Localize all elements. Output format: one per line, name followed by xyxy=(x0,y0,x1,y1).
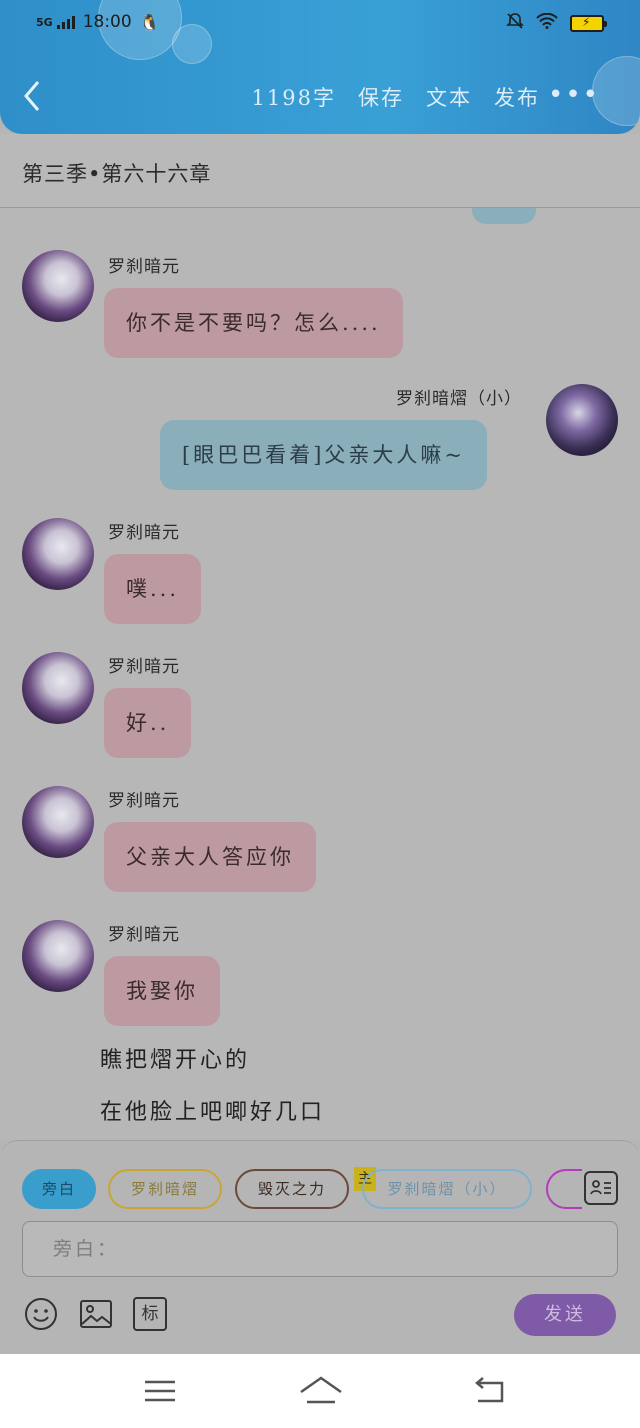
narration-line[interactable]: 瞧把熠开心的 xyxy=(100,1042,250,1074)
role-selector: 旁白 罗刹暗熠 毁灭之力 主 罗刹暗熠（小） xyxy=(22,1167,582,1211)
send-button[interactable]: 发送 xyxy=(514,1294,616,1336)
tag-button[interactable]: 标 xyxy=(133,1297,167,1331)
sender-name: 罗刹暗元 xyxy=(108,257,180,277)
sender-name: 罗刹暗元 xyxy=(108,791,180,811)
message-bubble[interactable]: [眼巴巴看着]父亲大人嘛~ xyxy=(160,420,487,490)
status-bar: 5G 18:00 🐧 ⚡ xyxy=(0,0,640,48)
text-button[interactable]: 文本 xyxy=(426,82,472,112)
role-chip[interactable]: 罗刹暗熠 xyxy=(108,1169,222,1209)
wifi-icon xyxy=(536,12,558,33)
publish-button[interactable]: 发布 xyxy=(494,82,540,112)
message-bubble-partial xyxy=(472,208,536,224)
composer-panel: 旁白 罗刹暗熠 毁灭之力 主 罗刹暗熠（小） 标 发送 xyxy=(0,1140,640,1354)
message-bubble[interactable]: 噗... xyxy=(104,554,202,624)
message-bubble[interactable]: 父亲大人答应你 xyxy=(104,822,316,892)
avatar[interactable] xyxy=(22,786,94,858)
image-icon[interactable] xyxy=(79,1297,113,1331)
avatar[interactable] xyxy=(22,518,94,590)
role-chip-partial[interactable] xyxy=(546,1169,582,1209)
sender-name: 罗刹暗元 xyxy=(108,523,180,543)
header: 5G 18:00 🐧 ⚡ 1198字 保存 文本 发布 ••• xyxy=(0,0,640,134)
signal-icon xyxy=(56,15,75,29)
message-input-wrapper xyxy=(22,1221,618,1277)
avatar[interactable] xyxy=(546,384,618,456)
sender-name: 罗刹暗元 xyxy=(108,657,180,677)
network-type: 5G xyxy=(36,15,53,29)
home-icon[interactable] xyxy=(298,1374,344,1408)
qq-icon: 🐧 xyxy=(139,12,160,32)
role-chip[interactable]: 罗刹暗熠（小） xyxy=(362,1169,532,1209)
message-bubble[interactable]: 我娶你 xyxy=(104,956,220,1026)
avatar[interactable] xyxy=(22,920,94,992)
role-card-button[interactable] xyxy=(584,1171,618,1205)
sender-name: 罗刹暗元 xyxy=(108,925,180,945)
system-nav-bar xyxy=(0,1354,640,1428)
more-button[interactable]: ••• xyxy=(548,80,600,110)
chapter-bar: 第三季•第六十六章 xyxy=(0,134,640,208)
chat-area[interactable]: 罗刹暗元 你不是不要吗？怎么.... 罗刹暗熠（小） [眼巴巴看着]父亲大人嘛~… xyxy=(0,208,640,1140)
narration-line[interactable]: 在他脸上吧唧好几口 xyxy=(100,1094,325,1126)
role-chip[interactable]: 毁灭之力 xyxy=(235,1169,349,1209)
mute-icon xyxy=(506,12,524,34)
message-bubble[interactable]: 你不是不要吗？怎么.... xyxy=(104,288,403,358)
word-count: 1198字 xyxy=(251,86,336,110)
message-input[interactable] xyxy=(23,1222,617,1276)
message-bubble[interactable]: 好.. xyxy=(104,688,192,758)
back-button[interactable] xyxy=(20,78,50,118)
avatar[interactable] xyxy=(22,250,94,322)
chapter-title[interactable]: 第三季•第六十六章 xyxy=(22,158,211,188)
menu-icon[interactable] xyxy=(140,1374,180,1408)
sender-name: 罗刹暗熠（小） xyxy=(396,389,522,409)
toolbar: 1198字 保存 文本 发布 ••• xyxy=(0,72,640,122)
save-button[interactable]: 保存 xyxy=(358,82,404,112)
emoji-icon[interactable] xyxy=(24,1297,58,1331)
role-chip-narration[interactable]: 旁白 xyxy=(22,1169,96,1209)
battery-icon: ⚡ xyxy=(570,14,607,32)
back-nav-icon[interactable] xyxy=(470,1374,510,1408)
avatar[interactable] xyxy=(22,652,94,724)
clock: 18:00 xyxy=(82,12,132,32)
